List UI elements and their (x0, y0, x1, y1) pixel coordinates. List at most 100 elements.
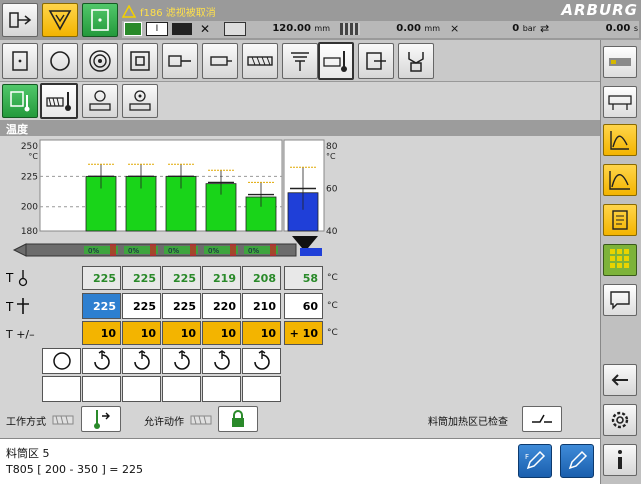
edit-button[interactable] (560, 444, 594, 478)
spiral-icon (89, 50, 111, 72)
process-graph-icon (610, 131, 629, 150)
preheat-icon (89, 90, 111, 111)
pos1-readout: 120.00 mm (272, 23, 330, 34)
back-arrow-icon (611, 374, 628, 386)
setpoint-input[interactable]: 60 (284, 293, 323, 319)
zone-heating-toggle[interactable] (122, 348, 161, 374)
door-status-button[interactable] (82, 3, 118, 37)
quality-graph-button[interactable] (603, 164, 637, 196)
pos2-readout: 0.00 mm (396, 23, 440, 34)
lowering-button[interactable] (122, 84, 158, 118)
back-button[interactable] (603, 364, 637, 396)
heating-cycle-icon (133, 350, 150, 370)
setpoint-input[interactable]: 220 (202, 293, 241, 319)
tolerance-input[interactable]: + 10 (284, 321, 323, 345)
ejector-icon (168, 55, 191, 67)
zone-percent-label: 0% (88, 247, 99, 255)
rotation-function-button[interactable] (82, 43, 118, 79)
zone-heating-toggle[interactable] (242, 348, 281, 374)
handling-function-button[interactable] (358, 43, 394, 79)
protocol-button[interactable] (603, 204, 637, 236)
tolerance-input[interactable]: 10 (122, 321, 161, 345)
door-function-button[interactable] (2, 43, 38, 79)
setpoint-icon: T (6, 298, 29, 314)
injection-function-button[interactable] (242, 43, 278, 79)
setpoint-row-label: T (6, 293, 36, 319)
settings-button[interactable] (603, 404, 637, 436)
tol-unit: °C (327, 328, 338, 338)
temperature-function-button[interactable] (318, 42, 354, 80)
exit-icon (9, 12, 32, 28)
gripper-icon (408, 52, 424, 72)
overview-icon (609, 58, 631, 66)
setpoint-input[interactable]: 225 (82, 293, 121, 319)
zone-percent-label: 0% (168, 247, 179, 255)
io-overview-button[interactable] (603, 244, 637, 276)
barrel-temperature-icon (323, 51, 347, 72)
alarm-message[interactable]: f186 滤视被取消 (122, 3, 422, 19)
quality-graph-icon (609, 171, 630, 190)
heating-cycle-icon (213, 350, 230, 370)
time-readout: 0.00 s (605, 23, 638, 34)
edit-parameter-button[interactable]: F (518, 444, 552, 478)
all-zones-toggle[interactable] (42, 348, 81, 374)
svg-text:T: T (6, 271, 14, 285)
process-graph-button[interactable] (603, 124, 637, 156)
cycle-function-button[interactable] (42, 43, 78, 79)
tolerance-input[interactable]: 10 (242, 321, 281, 345)
core-function-button[interactable] (202, 43, 238, 79)
info-icon (618, 450, 622, 469)
feed-cooling-band (300, 248, 322, 256)
empty-cell (202, 376, 241, 402)
y-tick-left: 180 (21, 227, 38, 237)
heater-indicator (110, 244, 116, 256)
door-icon (12, 51, 28, 71)
temperature-chart: 250225200180°C806040°C0% 0% 0% 0% 0% (12, 139, 338, 257)
funnel-warning-icon (48, 10, 72, 31)
empty-cell (82, 376, 121, 402)
mode-select-button[interactable] (81, 406, 121, 432)
allow-action-lock-button[interactable] (218, 406, 258, 432)
zone-heating-toggle[interactable] (162, 348, 201, 374)
preheat-button[interactable] (82, 84, 118, 118)
tolerance-input[interactable]: 10 (162, 321, 201, 345)
check-confirm-button[interactable] (522, 406, 562, 432)
barrel-thermometer-icon (46, 92, 71, 111)
barrel-heating-button[interactable] (2, 84, 38, 118)
help-text-button[interactable] (603, 284, 637, 316)
info-button[interactable] (603, 444, 637, 476)
set-unit: °C (327, 301, 338, 311)
all-zones-circle-icon (52, 352, 71, 370)
mold-function-button[interactable] (122, 43, 158, 79)
setpoint-input[interactable]: 225 (162, 293, 201, 319)
lowering-icon (129, 90, 151, 111)
core-pull-icon (210, 56, 232, 66)
ejector-function-button[interactable] (162, 43, 198, 79)
exit-button[interactable] (2, 3, 38, 37)
y-tick-right: 80 (326, 142, 338, 152)
tolerance-input[interactable]: 10 (202, 321, 241, 345)
y-tick-right: 60 (326, 185, 338, 195)
nozzle-function-button[interactable] (282, 43, 318, 79)
nozzle-icon: ⨯ (450, 22, 460, 35)
barrel-temperature-tab[interactable] (40, 83, 78, 119)
zone-heating-toggle[interactable] (202, 348, 241, 374)
setpoint-input[interactable]: 210 (242, 293, 281, 319)
y-unit-left: °C (28, 152, 38, 161)
overview-button[interactable] (603, 46, 637, 78)
lock-icon (232, 410, 244, 427)
tolerance-input[interactable]: 10 (82, 321, 121, 345)
alarm-text: f186 滤视被取消 (140, 7, 216, 19)
actual-temp-cell: 225 (122, 266, 161, 290)
cycle-mode-icon: I (146, 22, 168, 36)
section-title: 温度 (6, 123, 28, 136)
alarm-funnel-button[interactable] (42, 3, 78, 37)
cycle-icon (50, 51, 70, 71)
robot-function-button[interactable] (398, 43, 434, 79)
y-tick-right: 40 (326, 227, 338, 237)
gear-icon (611, 411, 629, 429)
setpoint-input[interactable]: 225 (122, 293, 161, 319)
mold-icon (130, 51, 150, 71)
zone-heating-toggle[interactable] (82, 348, 121, 374)
machine-overview-button[interactable] (603, 86, 637, 118)
